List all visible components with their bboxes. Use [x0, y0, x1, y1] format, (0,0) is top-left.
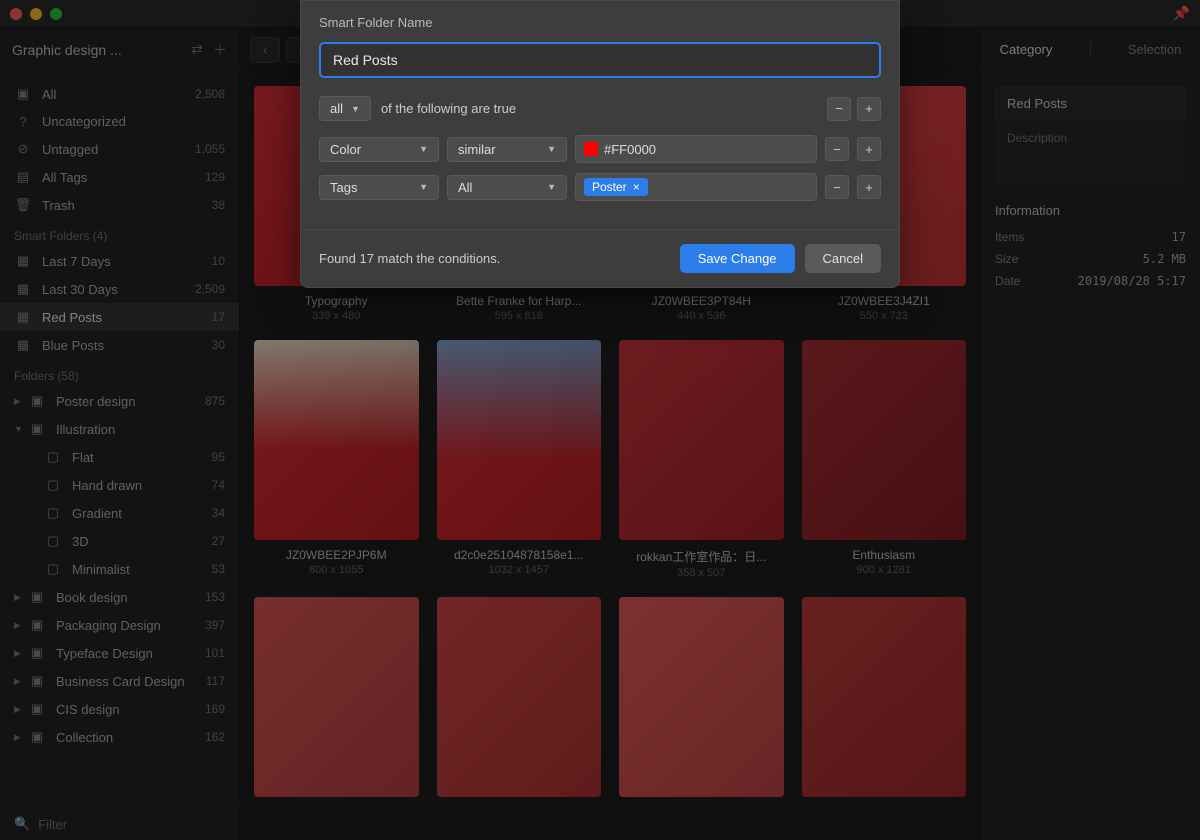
add-rule-button[interactable]: +: [857, 137, 881, 161]
rule-row: Tags ▼ All ▼ Poster × − +: [319, 173, 881, 201]
rule-field-label: Tags: [330, 180, 357, 195]
chevron-down-icon: ▼: [547, 144, 556, 154]
rule-field-dropdown[interactable]: Color ▼: [319, 137, 439, 162]
dialog-heading: Smart Folder Name: [301, 1, 899, 36]
chevron-down-icon: ▼: [419, 144, 428, 154]
rule-field-dropdown[interactable]: Tags ▼: [319, 175, 439, 200]
rule-op-label: All: [458, 180, 472, 195]
rules-area: all ▼ of the following are true − + Colo…: [301, 78, 899, 229]
remove-tag-icon[interactable]: ×: [633, 180, 640, 194]
save-button[interactable]: Save Change: [680, 244, 795, 273]
smart-folder-name-input[interactable]: [319, 42, 881, 78]
rule-op-label: similar: [458, 142, 496, 157]
chevron-down-icon: ▼: [547, 182, 556, 192]
cancel-button[interactable]: Cancel: [805, 244, 881, 273]
match-count-text: Found 17 match the conditions.: [319, 251, 500, 266]
remove-rule-group-button[interactable]: −: [827, 97, 851, 121]
match-all-any-label: all: [330, 101, 343, 116]
add-rule-button[interactable]: +: [857, 175, 881, 199]
rules-list: Color ▼ similar ▼ #FF0000 − + Tags ▼ All ▼ P…: [319, 135, 881, 201]
chevron-down-icon: ▼: [351, 104, 360, 114]
color-swatch: [584, 142, 598, 156]
remove-rule-button[interactable]: −: [825, 175, 849, 199]
match-all-any-dropdown[interactable]: all ▼: [319, 96, 371, 121]
rule-match-row: all ▼ of the following are true − +: [319, 96, 881, 121]
rule-op-dropdown[interactable]: similar ▼: [447, 137, 567, 162]
chevron-down-icon: ▼: [419, 182, 428, 192]
dialog-footer: Found 17 match the conditions. Save Chan…: [301, 229, 899, 287]
rule-field-label: Color: [330, 142, 361, 157]
tag-chip[interactable]: Poster ×: [584, 178, 648, 196]
rule-value-input[interactable]: #FF0000: [575, 135, 817, 163]
add-rule-group-button[interactable]: +: [857, 97, 881, 121]
rule-value-input[interactable]: Poster ×: [575, 173, 817, 201]
match-text: of the following are true: [381, 101, 516, 116]
rule-row: Color ▼ similar ▼ #FF0000 − +: [319, 135, 881, 163]
rule-value-text: #FF0000: [604, 142, 656, 157]
remove-rule-button[interactable]: −: [825, 137, 849, 161]
rule-op-dropdown[interactable]: All ▼: [447, 175, 567, 200]
smart-folder-dialog: Smart Folder Name all ▼ of the following…: [300, 0, 900, 288]
